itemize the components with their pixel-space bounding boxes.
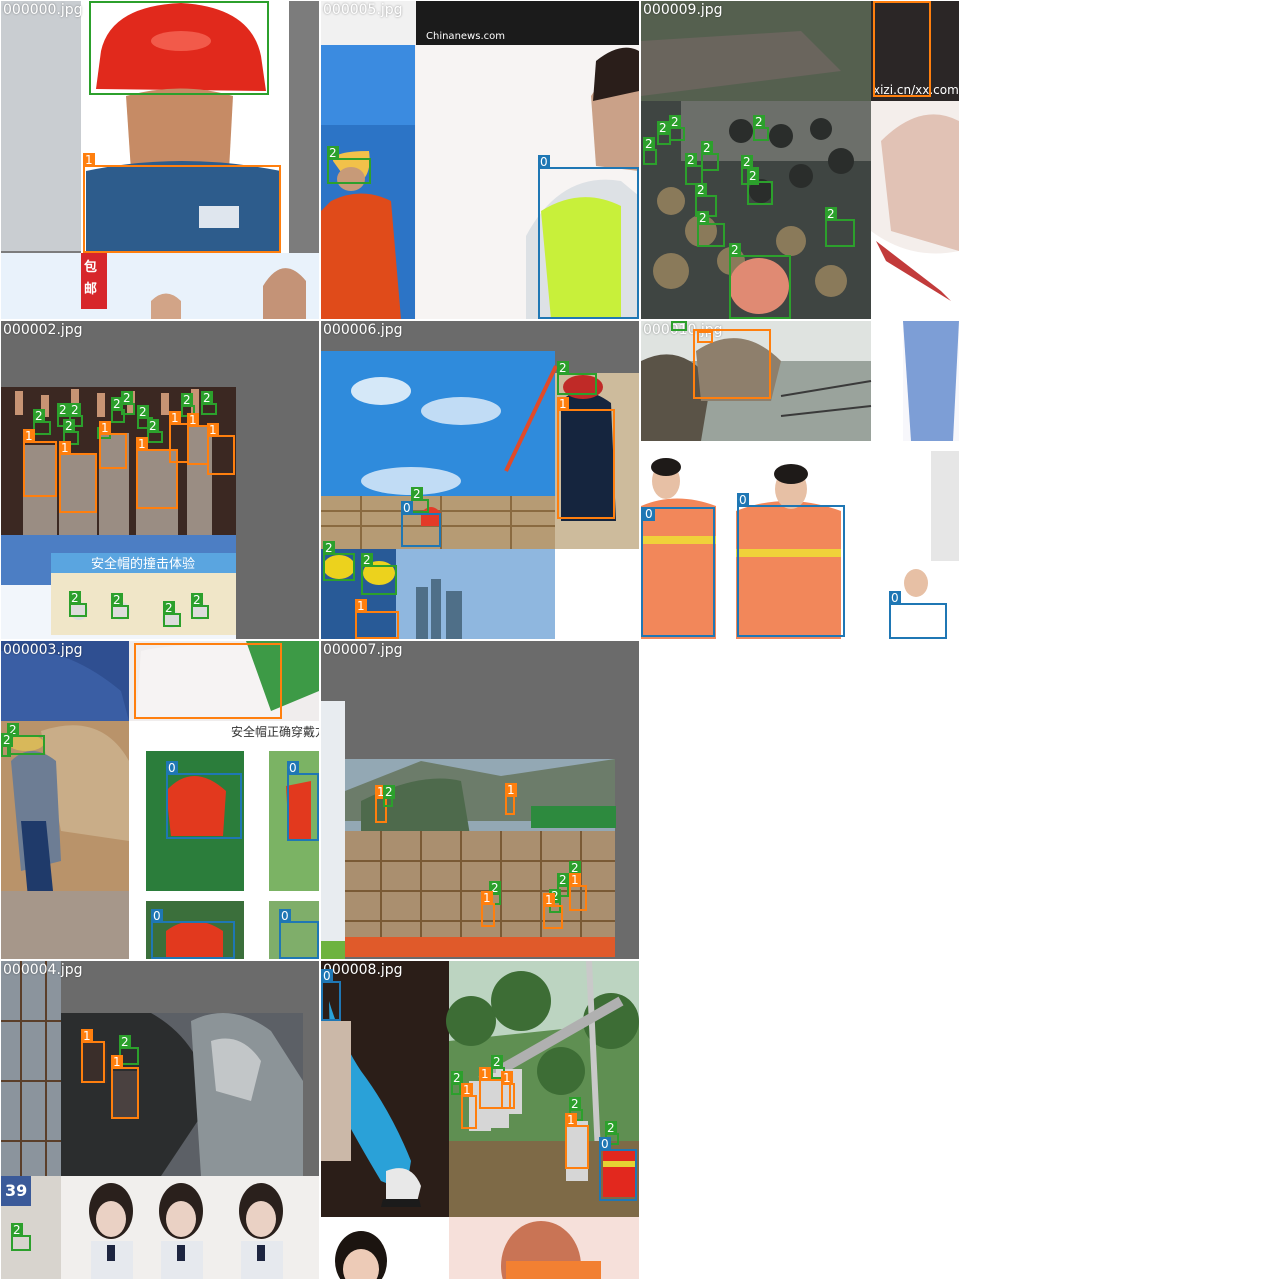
tile-image bbox=[641, 321, 959, 639]
tile-image bbox=[321, 961, 639, 1279]
tile-image bbox=[641, 1, 959, 319]
sign-text: 安全帽的撞击体验 bbox=[91, 557, 196, 572]
tile-filename: 000000.jpg bbox=[3, 2, 83, 18]
mosaic-tile: 000000.jpg 1 包邮 bbox=[1, 1, 319, 319]
tile-image bbox=[1, 321, 319, 639]
mosaic-tile: 000003.jpg 安全帽正确穿戴方法 2 2 0 0 0 0 bbox=[1, 641, 319, 959]
mosaic-tile: 000010.jpg 2 0 0 0 bbox=[641, 321, 959, 639]
mosaic-tile: 000005.jpg Chinanews.com 2 0 bbox=[321, 1, 639, 319]
tile-image bbox=[1, 641, 319, 959]
tile-filename: 000006.jpg bbox=[323, 322, 403, 338]
tile-image bbox=[321, 321, 639, 639]
mosaic-tile: 000008.jpg 0 2 1 2 1 1 2 1 2 0 bbox=[321, 961, 639, 1279]
tile-filename: 000009.jpg bbox=[643, 2, 723, 18]
badge-text: 包邮 bbox=[84, 260, 98, 297]
tile-filename: 000007.jpg bbox=[323, 642, 403, 658]
tile-filename: 000008.jpg bbox=[323, 962, 403, 978]
tile-image bbox=[1, 961, 319, 1279]
tile-image bbox=[1, 1, 319, 319]
mosaic-tile: 000009.jpg xizi.cn/xx.com 2 2 2 2 2 2 2 … bbox=[641, 1, 959, 319]
tile-filename: 000002.jpg bbox=[3, 322, 83, 338]
number-badge: 39 bbox=[5, 1181, 28, 1200]
tile-filename: 000004.jpg bbox=[3, 962, 83, 978]
tile-filename: 000010.jpg bbox=[643, 322, 723, 338]
tile-image bbox=[321, 1, 639, 319]
mosaic-tile: 000002.jpg 安全帽的撞击体验 2 2 2 2 2 2 2 2 2 2 … bbox=[1, 321, 319, 639]
mosaic-tile: 000007.jpg 1 2 1 2 1 2 2 2 1 1 bbox=[321, 641, 639, 959]
poster-title: 安全帽正确穿戴方法 bbox=[231, 725, 319, 739]
tile-filename: 000003.jpg bbox=[3, 642, 83, 658]
tile-filename: 000005.jpg bbox=[323, 2, 403, 18]
mosaic-tile: 000006.jpg 2 1 2 0 2 2 1 bbox=[321, 321, 639, 639]
tile-image bbox=[321, 641, 639, 959]
watermark-text: Chinanews.com bbox=[426, 31, 505, 42]
mosaic-tile: 000004.jpg 39 1 2 1 2 bbox=[1, 961, 319, 1279]
watermark-text: xizi.cn/xx.com bbox=[873, 83, 959, 97]
